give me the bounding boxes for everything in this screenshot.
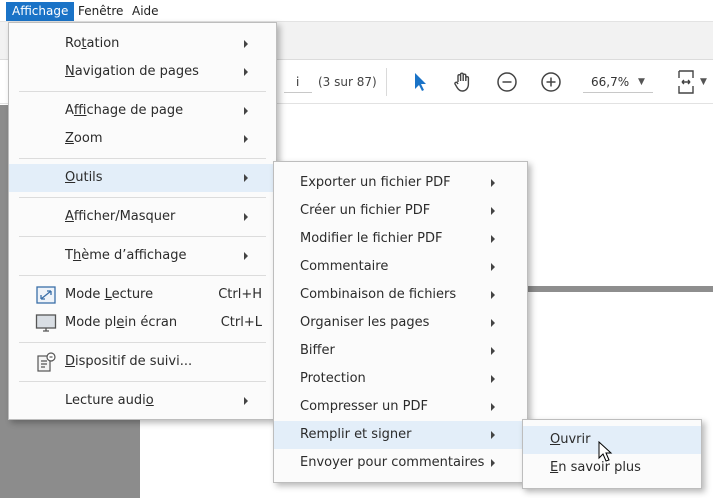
menu-item-label: Outils	[65, 170, 103, 185]
submenu-arrow-icon	[491, 179, 495, 187]
menu-item-label: Commentaire	[300, 259, 389, 274]
zoom-in-icon[interactable]	[537, 68, 565, 96]
menu-item-navigation[interactable]: Navigation de pages	[9, 58, 276, 86]
menu-bar: Affichage Fenêtre Aide	[0, 0, 713, 22]
shortcut-label: Ctrl+L	[220, 315, 262, 330]
menu-item-read-mode[interactable]: Mode Lecture Ctrl+H	[9, 281, 276, 309]
submenu-arrow-icon	[491, 375, 495, 383]
menu-item-label: Mode Lecture	[65, 287, 154, 302]
submenu-item-organize-pages[interactable]: Organiser les pages	[274, 309, 527, 337]
read-mode-icon	[35, 285, 57, 305]
submenu-item-combine-files[interactable]: Combinaison de fichiers	[274, 281, 527, 309]
submenu-item-protection[interactable]: Protection	[274, 365, 527, 393]
submenu-item-comment[interactable]: Commentaire	[274, 253, 527, 281]
menu-item-label: Exporter un fichier PDF	[300, 175, 451, 190]
submenu-item-compress-pdf[interactable]: Compresser un PDF	[274, 393, 527, 421]
menu-item-rotation[interactable]: Rotation	[9, 30, 276, 58]
menu-item-label: Organiser les pages	[300, 315, 430, 330]
submenu-arrow-icon	[491, 263, 495, 271]
mouse-cursor-icon	[598, 440, 614, 463]
submenu-item-export-pdf[interactable]: Exporter un fichier PDF	[274, 169, 527, 197]
submenu-arrow-icon	[244, 68, 248, 76]
menu-item-label: Lecture audio	[65, 393, 154, 408]
submenu-arrow-icon	[244, 174, 248, 182]
submenu-item-create-pdf[interactable]: Créer un fichier PDF	[274, 197, 527, 225]
menu-item-label: Combinaison de fichiers	[300, 287, 457, 302]
menu-item-page-display[interactable]: Affichage de page	[9, 97, 276, 125]
submenu-arrow-icon	[491, 459, 495, 467]
menu-separator	[19, 342, 266, 343]
submenu-arrow-icon	[244, 40, 248, 48]
menu-item-label: Afficher/Masquer	[65, 209, 176, 224]
menu-item-label: Mode plein écran	[65, 315, 178, 330]
fit-page-icon[interactable]	[672, 68, 700, 96]
menu-item-label: Créer un fichier PDF	[300, 203, 431, 218]
zoom-dropdown-icon[interactable]: ▼	[638, 71, 645, 93]
submenu-item-edit-pdf[interactable]: Modifier le fichier PDF	[274, 225, 527, 253]
menubar-aide[interactable]: Aide	[126, 2, 165, 21]
menu-item-label: Biffer	[300, 343, 335, 358]
menu-separator	[19, 197, 266, 198]
fit-dropdown-icon[interactable]: ▼	[700, 71, 707, 93]
menu-item-tools[interactable]: Outils	[9, 164, 276, 192]
tools-submenu: Exporter un fichier PDF Créer un fichier…	[273, 161, 528, 483]
submenu-arrow-icon	[244, 135, 248, 143]
menu-item-label: Affichage de page	[65, 103, 184, 118]
menu-item-label: Zoom	[65, 131, 103, 146]
submenu-item-fill-sign[interactable]: Remplir et signer	[274, 421, 527, 449]
select-arrow-icon[interactable]	[406, 68, 434, 96]
fullscreen-icon	[35, 313, 57, 333]
menu-item-label: Thème d’affichage	[65, 248, 187, 263]
zoom-out-icon[interactable]	[493, 68, 521, 96]
menu-separator	[19, 91, 266, 92]
submenu-arrow-icon	[491, 207, 495, 215]
toolbar-divider	[386, 68, 387, 96]
menu-item-zoom[interactable]: Zoom	[9, 125, 276, 153]
menu-item-show-hide[interactable]: Afficher/Masquer	[9, 203, 276, 231]
submenu-arrow-icon	[491, 347, 495, 355]
menu-item-label: Envoyer pour commentaires	[300, 455, 485, 470]
menu-item-label: Navigation de pages	[65, 64, 199, 79]
menubar-affichage[interactable]: Affichage	[6, 2, 75, 21]
submenu-item-redact[interactable]: Biffer	[274, 337, 527, 365]
shortcut-label: Ctrl+H	[218, 287, 262, 302]
menu-separator	[19, 236, 266, 237]
submenu-item-send-for-comments[interactable]: Envoyer pour commentaires	[274, 449, 527, 477]
submenu-arrow-icon	[244, 252, 248, 260]
submenu-arrow-icon	[244, 213, 248, 221]
tracker-icon	[35, 352, 57, 372]
menu-item-tracker[interactable]: Dispositif de suivi...	[9, 348, 276, 376]
submenu-arrow-icon	[244, 397, 248, 405]
submenu-arrow-icon	[244, 107, 248, 115]
menu-item-label: Remplir et signer	[300, 427, 412, 442]
submenu-arrow-icon	[491, 403, 495, 411]
menubar-fenetre[interactable]: Fenêtre	[72, 2, 129, 21]
menu-item-display-theme[interactable]: Thème d’affichage	[9, 242, 276, 270]
menu-separator	[19, 275, 266, 276]
menu-item-read-aloud[interactable]: Lecture audio	[9, 387, 276, 415]
menu-separator	[19, 381, 266, 382]
menu-item-label: En savoir plus	[550, 460, 641, 475]
menu-item-label: Compresser un PDF	[300, 399, 428, 414]
menu-item-label: Dispositif de suivi...	[65, 354, 193, 369]
menu-item-label: Modifier le fichier PDF	[300, 231, 443, 246]
hand-icon[interactable]	[449, 68, 477, 96]
submenu-arrow-icon	[491, 431, 495, 439]
page-number-input[interactable]: i	[284, 71, 312, 93]
page-count: (3 sur 87)	[318, 75, 377, 89]
menu-item-label: Rotation	[65, 36, 120, 51]
menu-item-fullscreen[interactable]: Mode plein écran Ctrl+L	[9, 309, 276, 337]
menu-separator	[19, 158, 266, 159]
submenu-arrow-icon	[491, 291, 495, 299]
view-menu: Rotation Navigation de pages Affichage d…	[8, 22, 277, 420]
page-boundary	[520, 286, 713, 292]
menu-item-label: Ouvrir	[550, 432, 591, 447]
submenu-arrow-icon	[491, 319, 495, 327]
menu-item-label: Protection	[300, 371, 366, 386]
submenu-arrow-icon	[491, 235, 495, 243]
